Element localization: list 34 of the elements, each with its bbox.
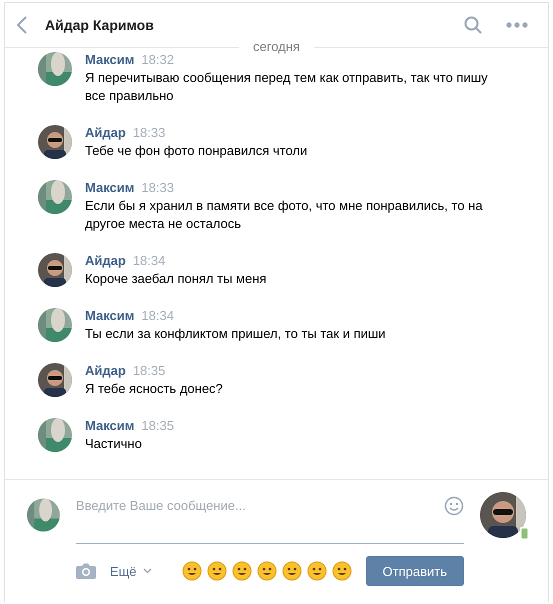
emoji-icon[interactable] bbox=[332, 561, 352, 581]
send-button[interactable]: Отправить bbox=[366, 556, 464, 586]
more-button[interactable]: Ещё bbox=[110, 564, 152, 578]
author-name[interactable]: Айдар bbox=[85, 125, 126, 141]
emoji-icon[interactable] bbox=[206, 561, 227, 581]
caret-icon bbox=[142, 568, 152, 574]
chat-title: Айдар Каримов bbox=[45, 17, 155, 33]
emoji-icon[interactable] bbox=[306, 561, 327, 581]
author-name[interactable]: Максим bbox=[85, 52, 134, 68]
author-name[interactable]: Максим bbox=[85, 180, 134, 196]
message-text: Короче заебал понял ты меня bbox=[85, 270, 268, 288]
message-time: 18:34 bbox=[141, 308, 174, 324]
emoji-icon[interactable] bbox=[182, 561, 202, 581]
message-text: Тебе че фон фото понравился чтоли bbox=[85, 142, 308, 160]
message-text: Частично bbox=[85, 435, 143, 453]
message-text: Я тебе ясность донес? bbox=[85, 380, 224, 398]
emoji-icon[interactable] bbox=[232, 561, 252, 581]
emoji-icon[interactable] bbox=[256, 561, 277, 581]
author-name[interactable]: Максим bbox=[85, 418, 134, 434]
message-time: 18:33 bbox=[132, 125, 166, 141]
author-name[interactable]: Максим bbox=[85, 308, 134, 324]
message-text: Ты если за конфликтом пришел, то ты так и пиши bbox=[85, 325, 387, 343]
message-time: 18:32 bbox=[141, 52, 174, 68]
message-input[interactable]: Введите Ваше сообщение... bbox=[76, 496, 444, 515]
emoji-icon[interactable] bbox=[282, 561, 302, 581]
phone-icon bbox=[520, 527, 529, 540]
message-time: 18:33 bbox=[141, 180, 174, 196]
message-time: 18:35 bbox=[141, 418, 174, 434]
author-name[interactable]: Айдар bbox=[85, 253, 126, 269]
message-time: 18:35 bbox=[132, 363, 166, 379]
author-name[interactable]: Айдар bbox=[85, 363, 126, 379]
message-text: Если бы я хранил в памяти все фото, что мне понравились, то на другое места не осталось bbox=[85, 197, 484, 233]
message-text: Я перечитываю сообщения перед тем как отправить, так что пишу все правильно bbox=[85, 69, 489, 105]
message-time: 18:34 bbox=[132, 253, 166, 269]
